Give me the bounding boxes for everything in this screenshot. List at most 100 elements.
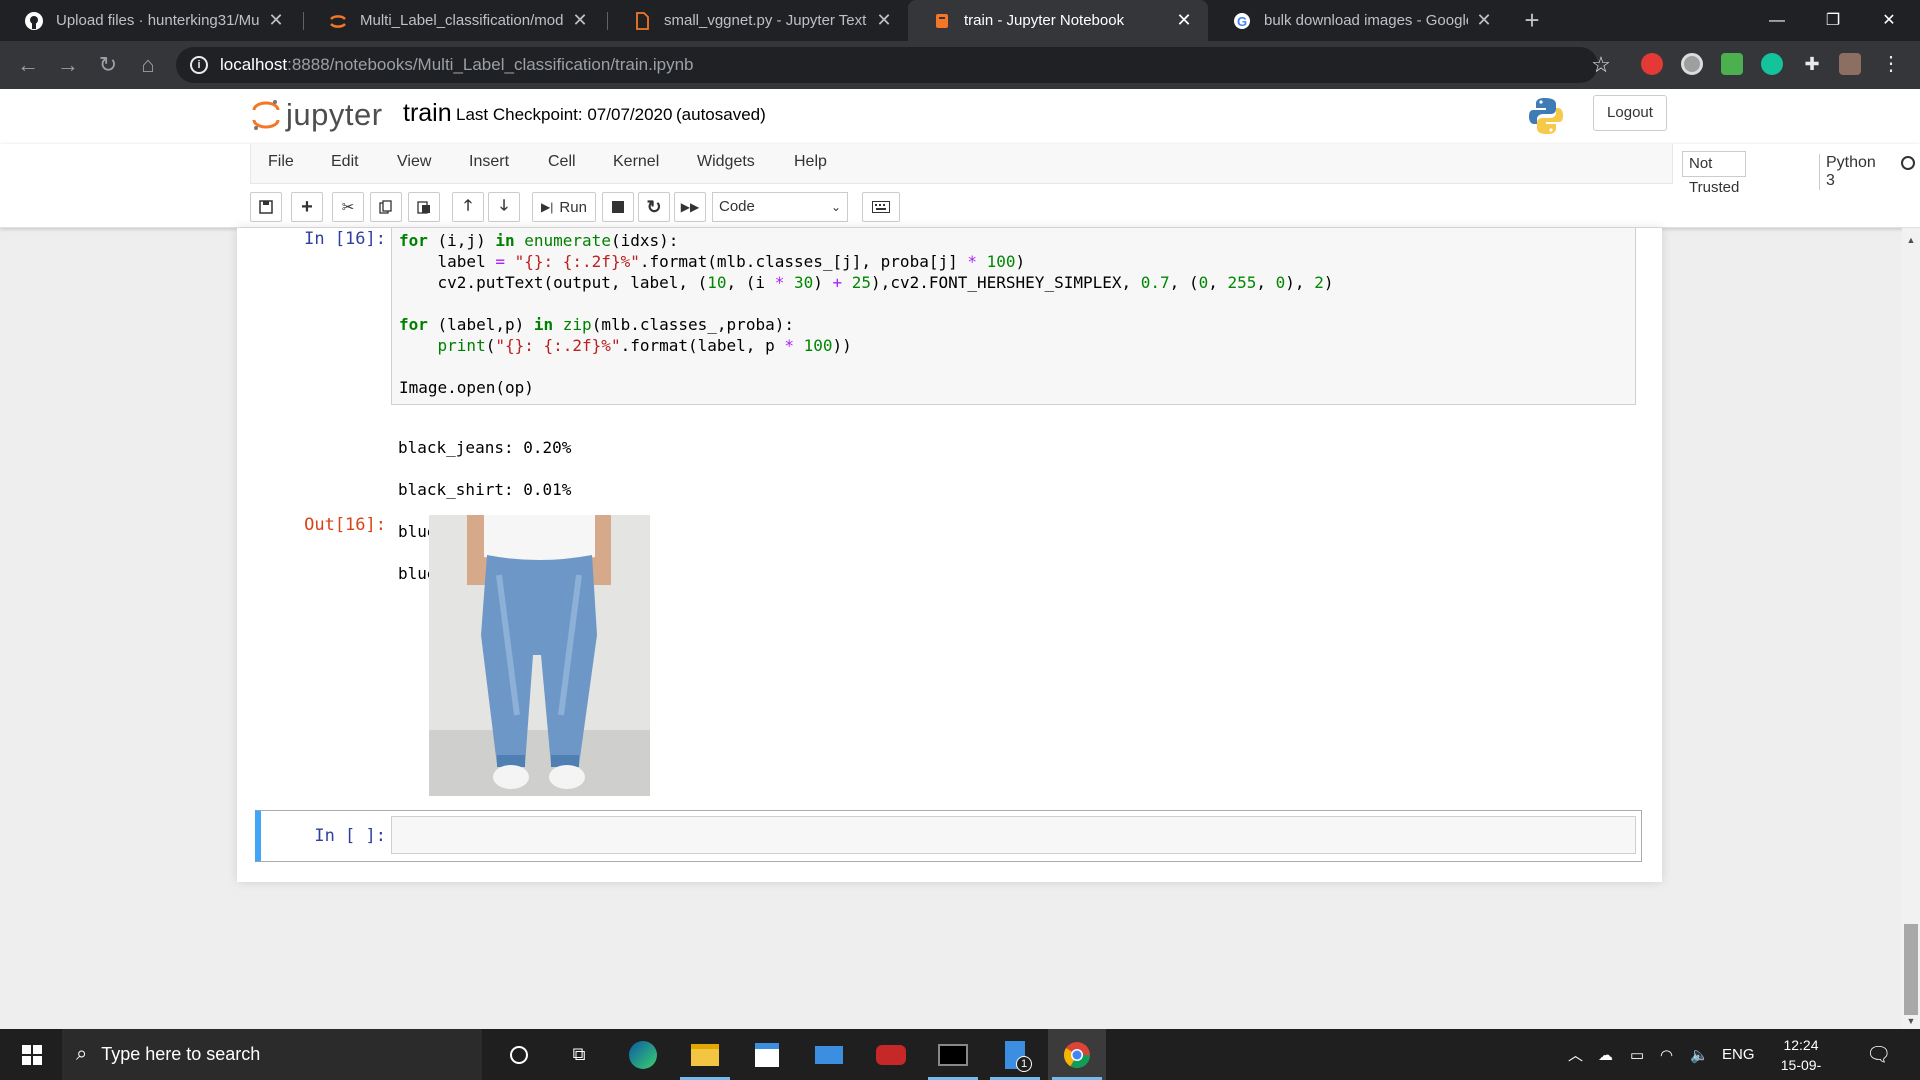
search-icon: ⌕: [76, 1043, 88, 1065]
arrow-up-icon: 🡑: [464, 196, 472, 214]
insert-cell-button[interactable]: +: [291, 192, 323, 222]
command-palette-button[interactable]: [862, 192, 900, 222]
tab-title: Multi_Label_classification/model/: [360, 12, 564, 29]
paste-icon: [417, 201, 430, 214]
menu-view[interactable]: View: [397, 153, 431, 171]
chrome-icon: [1063, 1041, 1091, 1068]
code-cell-input[interactable]: for (i,j) in enumerate(idxs): label = "{…: [391, 228, 1636, 405]
menu-widgets[interactable]: Widgets: [697, 153, 755, 171]
extensions-puzzle-icon[interactable]: ✚: [1801, 53, 1823, 75]
windows-start-button[interactable]: [10, 1029, 54, 1080]
move-up-button[interactable]: 🡑: [452, 192, 484, 222]
stop-icon: [612, 201, 624, 213]
windows-logo-icon: [22, 1044, 42, 1065]
browser-tab-strip: Upload files · hunterking31/Multi_ ✕ Mul…: [0, 0, 1920, 41]
scrollbar-thumb[interactable]: [1904, 924, 1918, 1015]
notebook-name[interactable]: train: [403, 99, 452, 128]
grammarly-icon[interactable]: [1761, 53, 1783, 75]
chrome-taskbar-icon[interactable]: [1048, 1029, 1106, 1080]
reload-icon[interactable]: ↻: [92, 49, 124, 81]
tray-chevron-up-icon[interactable]: ︿: [1568, 1029, 1583, 1080]
restart-button[interactable]: ↻: [638, 192, 670, 222]
tab-train-notebook[interactable]: train - Jupyter Notebook ✕: [908, 0, 1208, 41]
arrow-down-icon: 🡓: [500, 196, 508, 214]
back-arrow-icon[interactable]: ←: [12, 49, 44, 81]
mail-icon[interactable]: [800, 1029, 858, 1080]
scroll-up-icon[interactable]: ▲: [1902, 232, 1920, 248]
copy-button[interactable]: [370, 192, 402, 222]
terminal-icon[interactable]: [924, 1029, 982, 1080]
battery-icon[interactable]: ▭: [1630, 1029, 1644, 1080]
menu-edit[interactable]: Edit: [331, 153, 359, 171]
tab-bulk-download[interactable]: G bulk download images - Google ✕: [1208, 0, 1508, 41]
cell-type-select[interactable]: Code ⌄: [712, 192, 848, 222]
url-path: :8888/notebooks/Multi_Label_classificati…: [287, 55, 694, 74]
restart-run-all-button[interactable]: ▶▶: [674, 192, 706, 222]
menubar: File Edit View Insert Cell Kernel Widget…: [250, 144, 1915, 196]
notification-badge: 1: [1016, 1056, 1032, 1072]
cell-in-prompt: In [16]:: [304, 229, 386, 249]
taskbar-search-box[interactable]: ⌕ Type here to search: [62, 1029, 482, 1080]
notifications-icon[interactable]: 🗨: [1866, 1029, 1891, 1080]
home-icon[interactable]: ⌂: [132, 49, 164, 81]
system-clock[interactable]: 12:24 15-09-2020: [1766, 1035, 1836, 1080]
interrupt-button[interactable]: [602, 192, 634, 222]
menu-kernel[interactable]: Kernel: [613, 153, 659, 171]
task-view-icon[interactable]: ⧉: [550, 1029, 608, 1080]
file-explorer-icon[interactable]: [676, 1029, 734, 1080]
save-button[interactable]: [250, 192, 282, 222]
close-window-button[interactable]: ✕: [1862, 0, 1916, 41]
store-icon[interactable]: [738, 1029, 796, 1080]
code-text: for (i,j) in enumerate(idxs): label = "{…: [399, 231, 1334, 397]
game-app-icon[interactable]: [862, 1029, 920, 1080]
close-icon[interactable]: ✕: [874, 10, 894, 31]
onedrive-icon[interactable]: ☁: [1598, 1029, 1613, 1080]
avatar[interactable]: [1839, 53, 1861, 75]
close-icon[interactable]: ✕: [1474, 10, 1494, 31]
step-forward-icon: ▶|: [541, 200, 554, 214]
move-down-button[interactable]: 🡓: [488, 192, 520, 222]
run-button[interactable]: ▶| Run: [532, 192, 596, 222]
kernel-idle-indicator: [1901, 156, 1915, 170]
clock-time: 12:24: [1783, 1037, 1819, 1053]
logout-button[interactable]: Logout: [1593, 95, 1667, 131]
chrome-menu-icon[interactable]: ⋮: [1880, 53, 1902, 75]
language-indicator[interactable]: ENG: [1722, 1029, 1755, 1080]
close-icon[interactable]: ✕: [570, 10, 590, 31]
address-bar[interactable]: i localhost:8888/notebooks/Multi_Label_c…: [176, 47, 1598, 83]
extension-stop-icon[interactable]: [1641, 53, 1663, 75]
edge-icon[interactable]: [614, 1029, 672, 1080]
info-icon[interactable]: i: [190, 56, 208, 74]
copy-icon: [379, 200, 392, 214]
page-scrollbar[interactable]: [1902, 228, 1920, 1029]
cut-button[interactable]: ✂: [332, 192, 364, 222]
volume-icon[interactable]: 🔈: [1690, 1029, 1709, 1080]
tab-upload-files[interactable]: Upload files · hunterking31/Multi_ ✕: [0, 0, 300, 41]
bookmark-star-icon[interactable]: ☆: [1586, 47, 1616, 83]
new-tab-button[interactable]: +: [1520, 0, 1544, 41]
wifi-icon[interactable]: ◠: [1660, 1029, 1673, 1080]
scroll-down-icon[interactable]: ▼: [1902, 1013, 1920, 1029]
close-icon[interactable]: ✕: [1174, 10, 1194, 31]
menu-insert[interactable]: Insert: [469, 153, 509, 171]
python-logo-icon: [1528, 97, 1564, 135]
extension-record-icon[interactable]: [1681, 53, 1703, 75]
cortana-icon[interactable]: [490, 1029, 548, 1080]
tab-model-folder[interactable]: Multi_Label_classification/model/ ✕: [304, 0, 604, 41]
jupyter-logo[interactable]: jupyter: [252, 97, 383, 133]
menu-file[interactable]: File: [268, 153, 294, 171]
minimize-button[interactable]: —: [1750, 0, 1804, 41]
trust-status-button[interactable]: Not Trusted: [1682, 151, 1747, 196]
restore-button[interactable]: ❐: [1806, 0, 1860, 41]
paste-button[interactable]: [408, 192, 440, 222]
extension-mail-icon[interactable]: [1721, 53, 1743, 75]
close-icon[interactable]: ✕: [266, 10, 286, 31]
output-line: black_shirt: 0.01%: [398, 480, 572, 499]
file-app-icon[interactable]: 1: [986, 1029, 1044, 1080]
menu-help[interactable]: Help: [794, 153, 827, 171]
jupyter-logo-text: jupyter: [286, 97, 383, 132]
tab-small-vggnet[interactable]: small_vggnet.py - Jupyter Text Ed ✕: [608, 0, 908, 41]
forward-arrow-icon[interactable]: →: [52, 49, 84, 81]
code-cell-input-empty[interactable]: [391, 816, 1636, 854]
menu-cell[interactable]: Cell: [548, 153, 576, 171]
